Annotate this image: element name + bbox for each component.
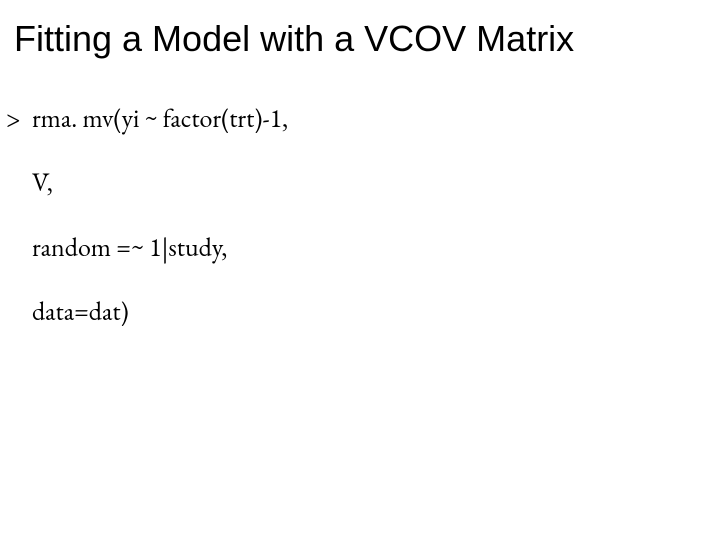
code-line-2: V, (6, 164, 288, 200)
code-text-1: rma. mv(yi ~ factor(trt)-1, (32, 101, 288, 135)
code-line-1: >rma. mv(yi ~ factor(trt)-1, (6, 100, 288, 136)
code-line-3: random =~ 1|study, (6, 229, 288, 265)
code-text-2: V, (32, 165, 53, 199)
code-line-4: data=dat) (6, 293, 288, 329)
code-text-4: data=dat) (32, 294, 129, 328)
code-block: >rma. mv(yi ~ factor(trt)-1, V, random =… (6, 100, 288, 358)
prompt-symbol: > (6, 100, 32, 136)
slide-title: Fitting a Model with a VCOV Matrix (14, 18, 720, 60)
slide: Fitting a Model with a VCOV Matrix >rma.… (0, 0, 720, 540)
code-text-3: random =~ 1|study, (32, 230, 227, 264)
